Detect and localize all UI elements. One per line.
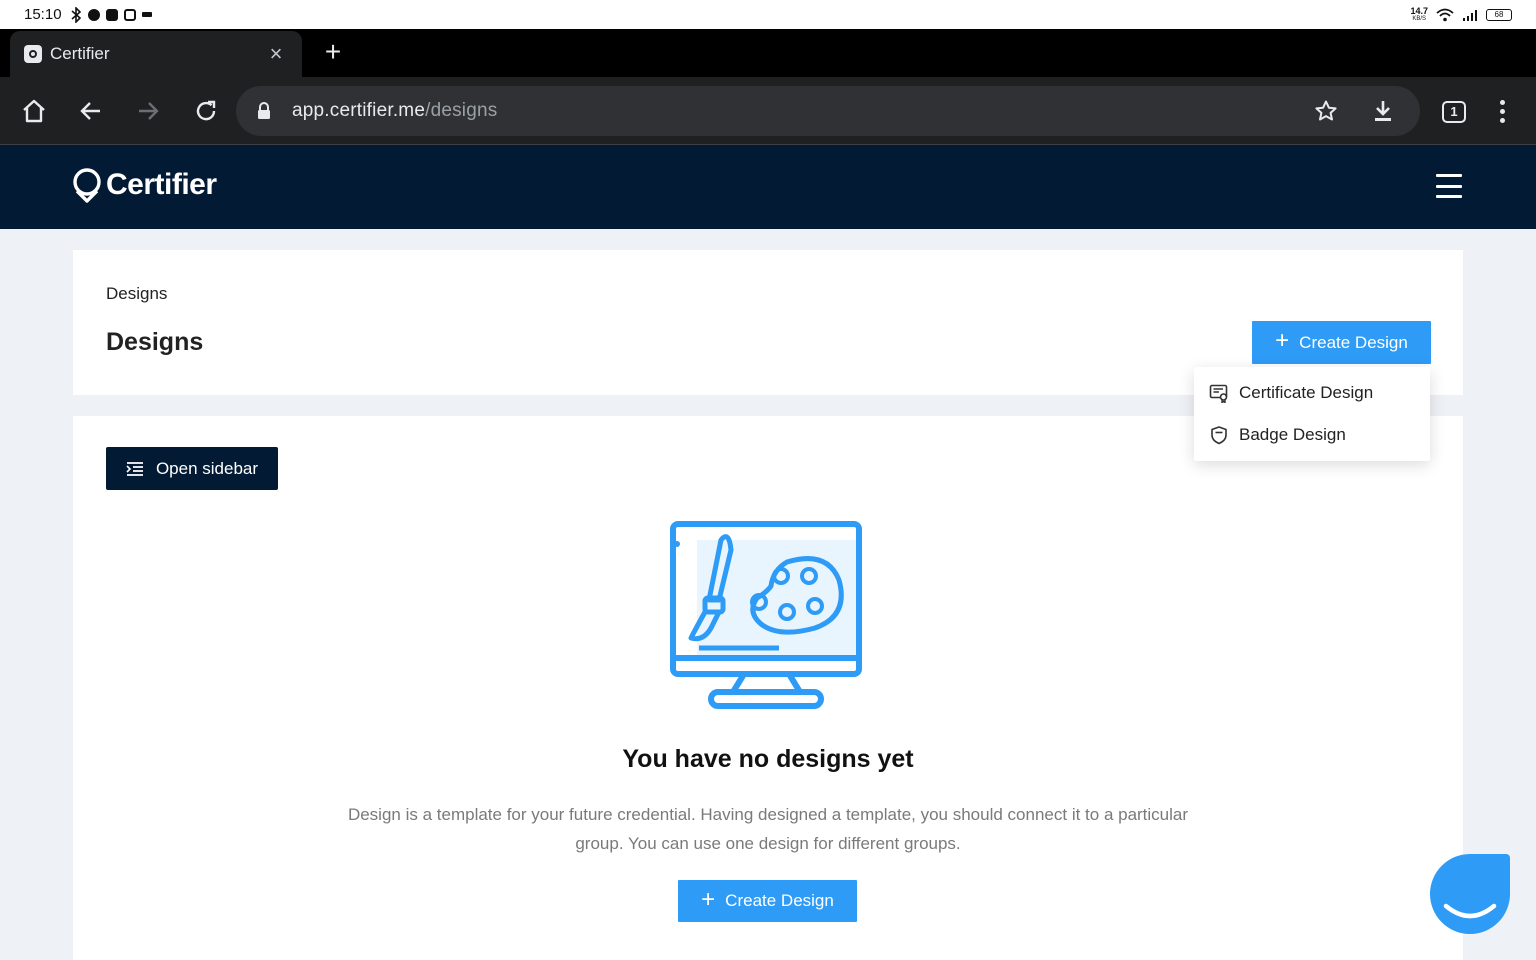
app-header: Certifier bbox=[0, 145, 1536, 229]
plus-icon: + bbox=[1275, 327, 1290, 354]
new-tab-button[interactable]: + bbox=[318, 37, 348, 67]
network-speed-value: 14.7 bbox=[1410, 5, 1428, 16]
create-design-dropdown: Certificate Design Badge Design bbox=[1194, 367, 1430, 461]
dropdown-item-certificate-design[interactable]: Certificate Design bbox=[1194, 372, 1430, 414]
dropdown-item-label: Certificate Design bbox=[1239, 383, 1374, 402]
wifi-icon bbox=[1436, 8, 1454, 21]
dropdown-item-badge-design[interactable]: Badge Design bbox=[1194, 414, 1430, 456]
sidebar-list-icon bbox=[126, 461, 143, 476]
address-bar[interactable]: app.certifier.me/designs bbox=[236, 86, 1420, 136]
instagram-icon bbox=[123, 8, 136, 21]
download-icon bbox=[1375, 101, 1391, 121]
arrow-left-icon bbox=[80, 102, 100, 120]
browser-tab-strip: Certifier × + bbox=[0, 29, 1536, 77]
browser-tab[interactable]: Certifier × bbox=[10, 31, 302, 77]
certifier-logo-icon bbox=[73, 168, 101, 203]
hamburger-menu-icon[interactable] bbox=[1436, 174, 1462, 198]
open-sidebar-label: Open sidebar bbox=[155, 458, 259, 478]
empty-state-title: You have no designs yet bbox=[622, 745, 914, 773]
battery-icon: 68 bbox=[1486, 8, 1512, 21]
home-button[interactable] bbox=[17, 94, 51, 128]
status-time: 15:10 bbox=[24, 6, 62, 23]
tab-title: Certifier bbox=[50, 44, 110, 63]
breadcrumb[interactable]: Designs bbox=[106, 284, 167, 304]
status-right: 14.7 KB/S 68 bbox=[1410, 0, 1512, 29]
empty-create-design-label: Create Design bbox=[725, 891, 834, 910]
chat-smile-icon bbox=[1443, 903, 1497, 919]
brand-logo[interactable]: Certifier bbox=[72, 167, 217, 203]
system-status-bar: 15:10 14.7 KB/S 68 bbox=[0, 0, 1536, 29]
url-text[interactable]: app.certifier.me/designs bbox=[292, 86, 497, 136]
chat-widget-button[interactable] bbox=[1430, 854, 1510, 934]
signal-icon bbox=[1463, 9, 1477, 21]
arrow-right-icon bbox=[139, 102, 159, 120]
tab-switcher-button[interactable]: 1 bbox=[1442, 101, 1466, 123]
status-left: 15:10 bbox=[24, 6, 152, 23]
plus-icon: + bbox=[701, 885, 716, 913]
browser-toolbar: app.certifier.me/designs 1 bbox=[0, 77, 1536, 145]
app-notification-icon bbox=[105, 8, 118, 21]
star-icon bbox=[1315, 100, 1337, 121]
page-title: Designs bbox=[106, 328, 204, 356]
download-button[interactable] bbox=[1366, 94, 1400, 128]
back-button[interactable] bbox=[74, 94, 108, 128]
reload-button[interactable] bbox=[189, 94, 223, 128]
brand-name: Certifier bbox=[106, 168, 217, 201]
shield-icon bbox=[1211, 426, 1227, 445]
home-icon bbox=[23, 99, 45, 123]
empty-state-description: Design is a template for your future cre… bbox=[347, 805, 1189, 853]
create-design-button[interactable]: + Create Design bbox=[1252, 321, 1431, 364]
dropdown-item-label: Badge Design bbox=[1239, 425, 1346, 444]
bluetooth-icon bbox=[71, 6, 81, 23]
browser-menu-icon[interactable] bbox=[1490, 95, 1514, 127]
network-speed-unit: KB/S bbox=[1412, 15, 1427, 22]
forward-button[interactable] bbox=[131, 94, 165, 128]
network-speed: 14.7 KB/S bbox=[1410, 5, 1428, 23]
reload-icon bbox=[196, 100, 216, 121]
lock-icon[interactable] bbox=[256, 102, 272, 120]
notification-icons bbox=[70, 6, 152, 23]
design-palette-illustration-icon bbox=[670, 521, 862, 709]
url-path: /designs bbox=[425, 100, 498, 121]
designs-content-card: Open sidebar You have no designs yet Des… bbox=[73, 416, 1463, 960]
spotify-icon bbox=[87, 8, 100, 21]
media-icon bbox=[141, 12, 152, 17]
empty-create-design-button[interactable]: + Create Design bbox=[678, 880, 857, 922]
url-host: app.certifier.me bbox=[292, 100, 426, 121]
open-sidebar-button[interactable]: Open sidebar bbox=[106, 447, 278, 490]
close-tab-icon[interactable]: × bbox=[264, 41, 288, 67]
bookmark-button[interactable] bbox=[1309, 94, 1343, 128]
certifier-favicon-icon bbox=[24, 45, 42, 63]
certificate-icon bbox=[1209, 384, 1228, 403]
create-design-label: Create Design bbox=[1299, 332, 1408, 352]
